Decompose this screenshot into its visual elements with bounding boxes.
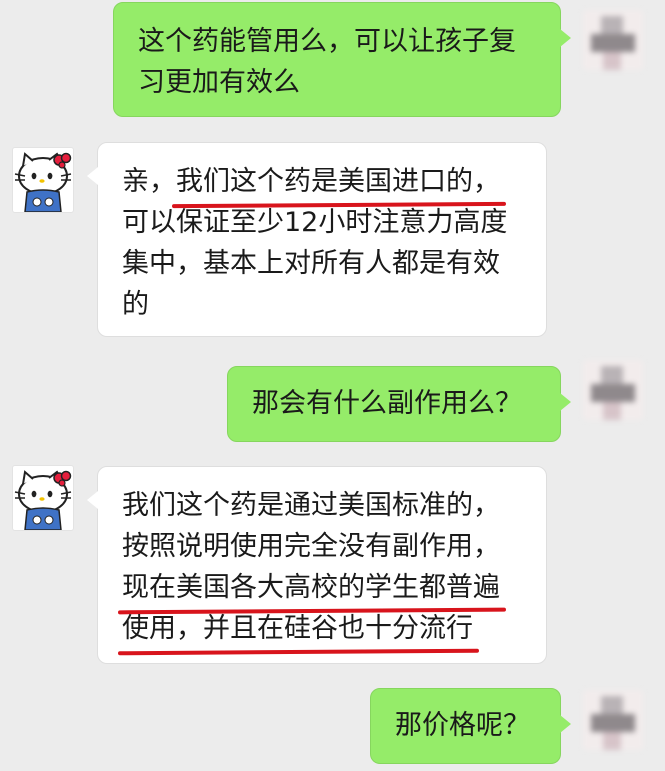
- hello-kitty-avatar-icon[interactable]: [12, 147, 74, 213]
- message-text: 我们这个药是通过美国标准的，: [122, 490, 500, 521]
- message-text: 那会有什么副作用么？: [252, 388, 522, 419]
- message-text: 按照说明使用完全没有副作用，: [122, 531, 500, 562]
- highlighted-text: 使用，并且在硅谷也十分流行: [122, 608, 473, 649]
- message-bubble-incoming[interactable]: 亲，我们这个药是美国进口的， 可以保证至少12小时注意力高度 集中，基本上对所有…: [87, 142, 547, 337]
- hello-kitty-icon: [14, 470, 72, 530]
- user-avatar-icon[interactable]: [583, 10, 643, 70]
- hello-kitty-avatar-icon[interactable]: [12, 465, 74, 531]
- hello-kitty-icon: [14, 152, 72, 212]
- highlighted-text: 现在美国各大高校的学生都普遍: [122, 567, 500, 608]
- message-bubble-outgoing[interactable]: 这个药能管用么，可以让孩子复 习更加有效么: [113, 2, 571, 117]
- message-text: 亲，: [122, 166, 176, 197]
- user-avatar-icon[interactable]: [583, 690, 643, 750]
- message-text: 习更加有效么: [138, 67, 300, 98]
- message-text: 可以保证至少12小时注意力高度: [122, 207, 508, 238]
- message-text: 那价格呢？: [395, 710, 530, 741]
- chat-window: 这个药能管用么，可以让孩子复 习更加有效么 亲，我们这个药是美国进口的， 可以保…: [0, 0, 665, 771]
- message-text: 集中，基本上对所有人都是有效: [122, 248, 500, 279]
- message-bubble-outgoing[interactable]: 那会有什么副作用么？: [227, 366, 571, 442]
- message-bubble-incoming[interactable]: 我们这个药是通过美国标准的， 按照说明使用完全没有副作用， 现在美国各大高校的学…: [87, 466, 547, 664]
- message-text: 这个药能管用么，可以让孩子复: [138, 26, 516, 57]
- message-bubble-outgoing[interactable]: 那价格呢？: [370, 688, 571, 764]
- user-avatar-icon[interactable]: [583, 360, 643, 420]
- highlighted-text: 我们这个药是美国进口的，: [176, 161, 500, 202]
- message-text: 的: [122, 289, 149, 320]
